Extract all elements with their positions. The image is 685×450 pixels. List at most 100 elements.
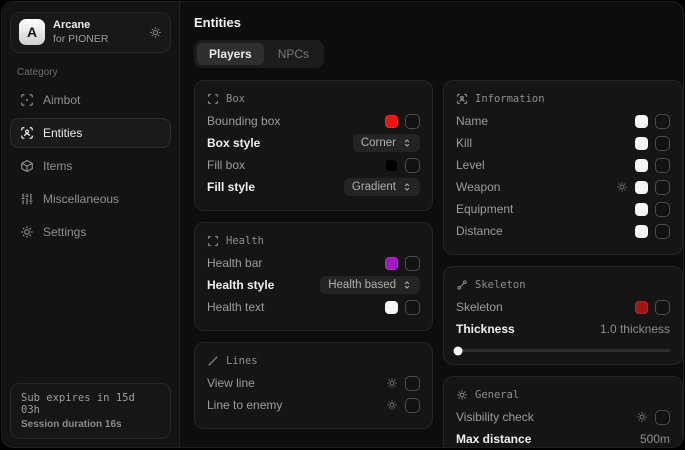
health-bar-row: Health bar [207, 252, 420, 274]
visibility-check-row: Visibility check [456, 406, 670, 428]
sidebar: A Arcane for PIONER Category Aimbot Enti… [2, 2, 180, 447]
color-swatch[interactable] [385, 159, 398, 172]
color-swatch[interactable] [385, 301, 398, 314]
equipment-row: Equipment [456, 198, 670, 220]
scan-corners-icon [207, 235, 219, 247]
line-to-enemy-row: Line to enemy [207, 394, 420, 416]
skeleton-row: Skeleton [456, 296, 670, 318]
color-swatch[interactable] [385, 257, 398, 270]
scan-corners-icon [207, 93, 219, 105]
gear-icon[interactable] [149, 26, 162, 39]
chevrons-up-down-icon [402, 182, 412, 192]
bone-icon [456, 279, 468, 291]
sidebar-item-label: Aimbot [43, 93, 80, 107]
color-swatch[interactable] [635, 137, 648, 150]
category-label: Category [17, 67, 164, 78]
health-style-row: Health style Health based [207, 274, 420, 296]
gear-icon[interactable] [616, 181, 628, 193]
name-row: Name [456, 110, 670, 132]
fill-style-row: Fill style Gradient [207, 176, 420, 198]
crosshair-scan-icon [20, 93, 34, 107]
subscription-info-card: Sub expires in 15d 03h Session duration … [10, 383, 171, 439]
sub-expiry-text: Sub expires in 15d 03h [21, 392, 160, 416]
kill-row: Kill [456, 132, 670, 154]
sidebar-item-entities[interactable]: Entities [10, 118, 171, 148]
sidebar-item-miscellaneous[interactable]: Miscellaneous [10, 184, 171, 214]
page-title: Entities [194, 15, 683, 30]
slider-thumb[interactable] [454, 346, 463, 355]
chevrons-up-down-icon [402, 138, 412, 148]
weapon-row: Weapon [456, 176, 670, 198]
visibility-check-checkbox[interactable] [655, 410, 670, 425]
color-swatch[interactable] [385, 115, 398, 128]
entity-tabs: Players NPCs [194, 40, 324, 68]
max-distance-value: 500m [640, 432, 670, 446]
thickness-slider[interactable] [456, 349, 670, 352]
chevrons-up-down-icon [402, 280, 412, 290]
fill-style-select[interactable]: Gradient [344, 178, 420, 196]
health-bar-checkbox[interactable] [405, 256, 420, 271]
sidebar-item-aimbot[interactable]: Aimbot [10, 85, 171, 115]
brand-title: Arcane [53, 19, 108, 33]
gear-icon[interactable] [636, 411, 648, 423]
equipment-checkbox[interactable] [655, 202, 670, 217]
line-icon [207, 355, 219, 367]
session-duration-text: Session duration 16s [21, 419, 160, 430]
line-to-enemy-checkbox[interactable] [405, 398, 420, 413]
color-swatch[interactable] [635, 301, 648, 314]
level-row: Level [456, 154, 670, 176]
lines-panel-header: Lines [207, 355, 420, 367]
kill-checkbox[interactable] [655, 136, 670, 151]
information-panel-header: Information [456, 93, 670, 105]
thickness-value: 1.0 thickness [600, 322, 670, 336]
sliders-icon [20, 192, 34, 206]
brand-card: A Arcane for PIONER [10, 12, 171, 53]
health-panel-header: Health [207, 235, 420, 247]
left-column: Box Bounding box Box style Corner [194, 80, 433, 429]
tab-players[interactable]: Players [197, 43, 264, 65]
lines-panel: Lines View line Line to enemy [194, 342, 433, 429]
color-swatch[interactable] [635, 225, 648, 238]
sidebar-item-label: Items [43, 159, 72, 173]
information-panel: Information Name Kill [443, 80, 683, 255]
sidebar-item-items[interactable]: Items [10, 151, 171, 181]
color-swatch[interactable] [635, 181, 648, 194]
distance-row: Distance [456, 220, 670, 242]
sidebar-item-settings[interactable]: Settings [10, 217, 171, 247]
box-style-select[interactable]: Corner [353, 134, 420, 152]
person-scan-icon [20, 126, 34, 140]
name-checkbox[interactable] [655, 114, 670, 129]
color-swatch[interactable] [635, 203, 648, 216]
max-distance-row: Max distance 500m [456, 428, 670, 448]
box-panel: Box Bounding box Box style Corner [194, 80, 433, 211]
thickness-row: Thickness 1.0 thickness [456, 318, 670, 340]
color-swatch[interactable] [635, 115, 648, 128]
person-scan-icon [456, 93, 468, 105]
app-window: A Arcane for PIONER Category Aimbot Enti… [1, 1, 684, 448]
health-text-checkbox[interactable] [405, 300, 420, 315]
color-swatch[interactable] [635, 159, 648, 172]
skeleton-panel-header: Skeleton [456, 279, 670, 291]
weapon-checkbox[interactable] [655, 180, 670, 195]
level-checkbox[interactable] [655, 158, 670, 173]
fill-box-checkbox[interactable] [405, 158, 420, 173]
sidebar-item-label: Settings [43, 225, 86, 239]
main-content: Entities Players NPCs Box Bounding box [180, 2, 684, 447]
skeleton-checkbox[interactable] [655, 300, 670, 315]
distance-checkbox[interactable] [655, 224, 670, 239]
brand-logo: A [19, 19, 45, 45]
bounding-box-row: Bounding box [207, 110, 420, 132]
view-line-checkbox[interactable] [405, 376, 420, 391]
tab-npcs[interactable]: NPCs [266, 43, 321, 65]
sidebar-item-label: Miscellaneous [43, 192, 119, 206]
bounding-box-checkbox[interactable] [405, 114, 420, 129]
gear-icon[interactable] [386, 377, 398, 389]
brand-text: Arcane for PIONER [53, 19, 108, 46]
view-line-row: View line [207, 372, 420, 394]
gear-icon[interactable] [386, 399, 398, 411]
fill-box-row: Fill box [207, 154, 420, 176]
health-style-select[interactable]: Health based [320, 276, 420, 294]
box-style-row: Box style Corner [207, 132, 420, 154]
general-panel-header: General [456, 389, 670, 401]
gear-icon [20, 225, 34, 239]
